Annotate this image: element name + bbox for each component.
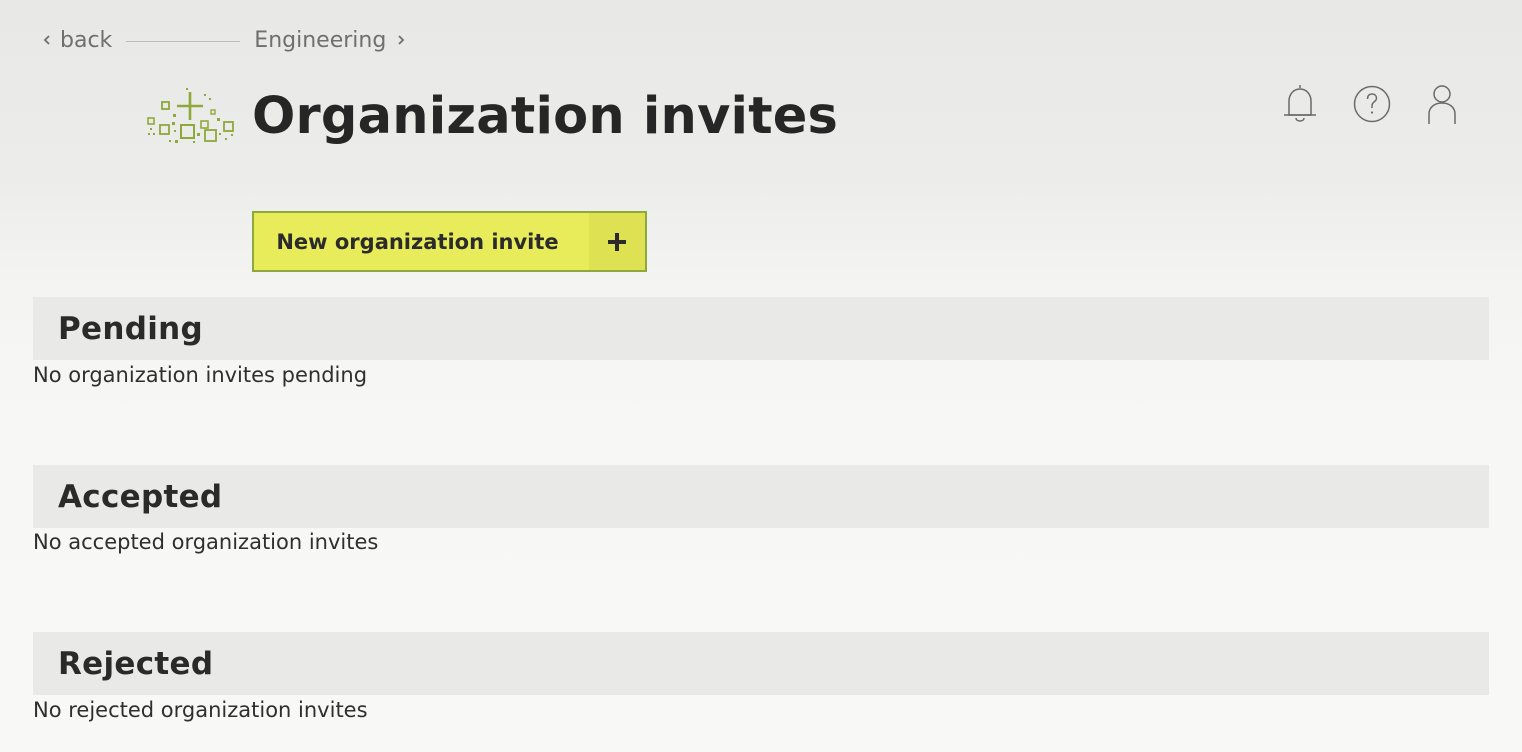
- header-actions: [1276, 82, 1466, 128]
- breadcrumb-label: Engineering: [254, 27, 387, 53]
- nav-divider: [126, 40, 241, 42]
- breadcrumb-engineering[interactable]: Engineering: [254, 28, 408, 53]
- chevron-right-icon: [398, 35, 405, 45]
- bell-icon[interactable]: [1280, 82, 1320, 126]
- section-title: Accepted: [58, 478, 223, 515]
- new-invite-label: New organization invite: [276, 229, 559, 254]
- pending-empty-message: No organization invites pending: [33, 363, 368, 387]
- top-navigation: back Engineering: [40, 24, 408, 56]
- user-icon[interactable]: [1422, 82, 1462, 126]
- section-header-pending: Pending: [33, 297, 1489, 360]
- chevron-left-icon: [43, 35, 50, 45]
- accepted-empty-message: No accepted organization invites: [33, 530, 379, 554]
- section-header-accepted: Accepted: [33, 465, 1489, 528]
- rejected-empty-message: No rejected organization invites: [33, 698, 368, 722]
- help-icon[interactable]: [1352, 82, 1392, 126]
- back-label: back: [60, 27, 113, 53]
- plus-icon: [589, 213, 645, 270]
- page-title: Organization invites: [252, 87, 839, 146]
- back-link[interactable]: back: [40, 28, 112, 53]
- app-logo: [147, 88, 234, 143]
- new-organization-invite-button[interactable]: New organization invite: [252, 211, 647, 272]
- section-title: Pending: [58, 310, 203, 347]
- section-title: Rejected: [58, 645, 214, 682]
- section-header-rejected: Rejected: [33, 632, 1489, 695]
